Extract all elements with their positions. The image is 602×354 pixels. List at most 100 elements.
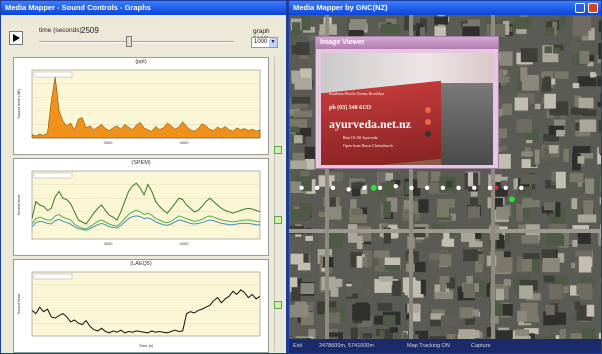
building: [294, 78, 312, 90]
building: [496, 206, 509, 220]
building: [478, 254, 485, 264]
building: [520, 48, 538, 63]
building: [290, 126, 300, 133]
capture-button[interactable]: Capture: [471, 339, 491, 353]
building: [345, 286, 353, 297]
graph-2-handle[interactable]: [274, 216, 282, 224]
chart-title-laeq: (LAEQ5): [130, 261, 152, 267]
graph-3-handle[interactable]: [274, 301, 282, 309]
building: [597, 281, 601, 293]
building: [299, 202, 313, 215]
building: [495, 257, 513, 273]
track-point: [330, 185, 336, 190]
legend-box: [33, 172, 73, 179]
building: [523, 253, 540, 259]
map-tracking-toggle[interactable]: Map Tracking ON: [407, 339, 450, 353]
building: [544, 46, 552, 54]
sound-controls-title: Media Mapper - Sound Controls - Graphs: [5, 3, 151, 12]
photo-line-5: Open from Dawn Christchurch: [343, 143, 393, 148]
building: [544, 93, 556, 109]
building: [300, 283, 315, 294]
track-point: [409, 185, 414, 190]
time-slider[interactable]: [39, 41, 234, 43]
building: [467, 172, 474, 187]
building: [460, 309, 473, 319]
building: [570, 42, 579, 54]
building: [522, 198, 533, 208]
building: [431, 171, 441, 182]
legend-box: [33, 71, 73, 78]
building: [559, 15, 566, 30]
time-slider-thumb[interactable]: [125, 36, 132, 47]
play-button[interactable]: [9, 31, 23, 45]
image-viewer-titlebar[interactable]: Image Viewer: [316, 37, 498, 49]
building: [290, 160, 308, 169]
building: [525, 316, 540, 323]
chevron-down-icon: ▼: [269, 38, 277, 47]
building: [543, 275, 555, 283]
building: [293, 110, 313, 117]
legend-box: [33, 273, 73, 280]
building: [586, 304, 595, 317]
x-tick-label: 3000: [104, 241, 114, 246]
time-value: 2509: [81, 26, 99, 35]
exit-button[interactable]: Exit: [293, 339, 302, 353]
track-point: [424, 185, 430, 190]
building: [555, 202, 561, 217]
building: [291, 70, 301, 77]
building: [439, 275, 450, 283]
photo-line-1: Southern Pacific Ocean, Brooklyn: [329, 91, 384, 96]
building: [577, 76, 597, 87]
building: [534, 149, 540, 164]
building: [590, 72, 596, 78]
plot-area: [31, 271, 261, 337]
building: [383, 201, 391, 218]
building: [392, 280, 401, 296]
building: [521, 151, 533, 157]
building: [462, 26, 480, 37]
building: [503, 279, 511, 286]
building: [545, 27, 555, 37]
image-viewer-title: Image Viewer: [320, 39, 365, 46]
road: [289, 229, 601, 233]
current-position-marker: [370, 184, 377, 191]
building: [578, 256, 592, 273]
red-marker: [494, 185, 499, 190]
playback-controls: time (seconds) 2509 graph zoom 1000 ▼: [1, 15, 286, 53]
building: [463, 283, 475, 299]
x-axis-label: Time (s): [139, 343, 154, 348]
building: [301, 15, 311, 31]
photo-line-2: ph (03) 548 6133: [329, 105, 372, 111]
close-button[interactable]: [588, 3, 598, 13]
building: [597, 76, 601, 87]
graph-zoom-select[interactable]: 1000 ▼: [251, 37, 278, 48]
building: [579, 50, 590, 64]
building: [579, 119, 597, 132]
map-titlebar[interactable]: Media Mapper by GNC(NZ): [289, 1, 601, 15]
building: [329, 197, 336, 207]
track-point: [299, 185, 304, 190]
street-photo: Southern Pacific Ocean, Brooklyn ph (03)…: [321, 53, 493, 165]
photo-line-3: ayurveda.net.nz: [329, 117, 411, 131]
sound-controls-titlebar[interactable]: Media Mapper - Sound Controls - Graphs: [1, 1, 286, 15]
building: [440, 315, 457, 327]
building: [381, 24, 400, 35]
graph-1-handle[interactable]: [274, 146, 282, 154]
chart-panel-ppt: Sound level (dB) 3000 4000 (ppt): [13, 57, 269, 155]
graph-zoom-value: 1000: [254, 39, 268, 45]
chart-0-svg: Sound level (dB) 3000 4000: [16, 69, 261, 145]
x-tick-label: 4000: [180, 241, 190, 246]
y-axis-label: Sound level: [16, 194, 21, 215]
building: [356, 255, 363, 268]
play-icon: [13, 34, 20, 42]
track-point: [472, 185, 477, 190]
building: [516, 256, 523, 272]
minimize-button[interactable]: [575, 3, 585, 13]
building: [383, 315, 396, 327]
red-light-icon: [425, 107, 431, 113]
map-status-bar: Exit 2478600m, 5741600m Map Tracking ON …: [289, 339, 601, 353]
building: [572, 22, 589, 36]
building: [516, 119, 533, 133]
building: [351, 276, 361, 294]
building: [520, 174, 540, 185]
